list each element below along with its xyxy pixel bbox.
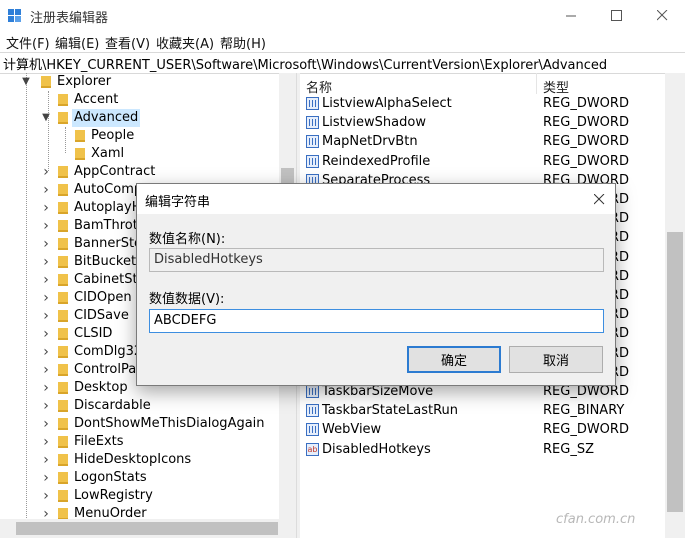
folder-icon [58,454,68,466]
folder-icon [58,166,68,178]
list-row[interactable]: ListviewAlphaSelect REG_DWORD [300,95,665,114]
close-button[interactable] [639,0,685,31]
binary-value-icon [306,116,319,130]
header-divider[interactable] [536,73,537,94]
folder-icon [58,292,68,304]
maximize-icon [610,10,622,21]
tree-hscroll-thumb[interactable] [16,522,278,535]
chevron-right-icon[interactable]: › [41,433,51,451]
chevron-right-icon[interactable]: › [41,469,51,487]
maximize-button[interactable] [593,0,639,31]
value-data-label: 数值数据(V): [149,292,225,307]
ok-button[interactable]: 确定 [407,346,501,373]
list-scroll-thumb[interactable] [667,232,683,512]
minimize-button[interactable] [548,0,594,31]
list-row[interactable]: ListviewShadow REG_DWORD [300,114,665,133]
chevron-right-icon[interactable]: › [41,253,51,271]
string-value-icon: ab [306,442,319,456]
list-row[interactable]: ReindexedProfile REG_DWORD [300,153,665,172]
folder-icon [58,328,68,340]
folder-icon [58,400,68,412]
binary-value-icon [306,154,319,168]
window-title: 注册表编辑器 [30,11,109,26]
chevron-right-icon[interactable]: › [41,397,51,415]
close-icon [656,10,667,21]
address-bar[interactable]: 计算机\HKEY_CURRENT_USER\Software\Microsoft… [0,52,685,74]
binary-value-icon [306,423,319,437]
folder-open-icon [58,112,68,124]
chevron-right-icon[interactable]: › [41,163,51,181]
binary-value-icon [306,135,319,149]
menu-bar: 文件(F) 编辑(E) 查看(V) 收藏夹(A) 帮助(H) [0,31,685,52]
menu-file[interactable]: 文件(F) [6,33,50,52]
dialog-body: 数值名称(N): DisabledHotkeys 数值数据(V): ABCDEF… [137,214,615,385]
binary-value-icon [306,404,319,418]
menu-view[interactable]: 查看(V) [105,33,150,52]
list-row[interactable]: WebView REG_DWORD [300,421,665,440]
edit-string-dialog: 编辑字符串 数值名称(N): DisabledHotkeys 数值数据(V): … [136,183,616,386]
chevron-right-icon[interactable]: › [41,487,51,505]
chevron-right-icon[interactable]: › [41,217,51,235]
folder-icon [58,490,68,502]
menu-help[interactable]: 帮助(H) [220,33,266,52]
column-name-header[interactable]: 名称 [306,77,332,96]
list-row[interactable]: MapNetDrvBtn REG_DWORD [300,133,665,152]
chevron-right-icon[interactable]: › [41,307,51,325]
folder-icon [58,472,68,484]
chevron-down-icon[interactable]: ▼ [21,73,31,91]
binary-value-icon [306,97,319,110]
chevron-right-icon[interactable]: › [41,361,51,379]
title-bar: 注册表编辑器 [0,0,685,31]
folder-icon [58,310,68,322]
menu-edit[interactable]: 编辑(E) [55,33,99,52]
folder-icon [58,382,68,394]
folder-icon [75,148,85,160]
value-name-field: DisabledHotkeys [149,248,604,272]
folder-icon [58,184,68,196]
chevron-right-icon[interactable]: › [41,181,51,199]
regedit-icon [8,9,21,22]
list-row[interactable]: TaskbarStateLastRun REG_BINARY [300,402,665,421]
dialog-close-button[interactable] [583,184,615,214]
folder-icon [58,238,68,250]
address-path: 计算机\HKEY_CURRENT_USER\Software\Microsoft… [3,58,608,73]
chevron-right-icon[interactable]: › [41,415,51,433]
folder-icon [58,256,68,268]
folder-icon [58,436,68,448]
cancel-button[interactable]: 取消 [509,346,603,373]
chevron-right-icon[interactable]: › [41,289,51,307]
minimize-icon [565,15,576,17]
close-icon [593,193,604,204]
folder-icon [58,202,68,214]
folder-icon [58,346,68,358]
dialog-title: 编辑字符串 [145,195,211,210]
chevron-right-icon[interactable]: › [41,451,51,469]
value-data-input[interactable]: ABCDEFG [149,309,604,333]
folder-icon [41,76,51,88]
chevron-right-icon[interactable]: › [41,271,51,289]
chevron-down-icon[interactable]: ▼ [41,109,51,127]
chevron-right-icon[interactable]: › [41,379,51,397]
folder-icon [75,130,85,142]
folder-icon [58,94,68,106]
binary-value-icon [306,385,319,398]
chevron-right-icon[interactable]: › [41,235,51,253]
list-row[interactable]: ab DisabledHotkeys REG_SZ [300,441,665,460]
chevron-right-icon[interactable]: › [41,325,51,343]
value-name-label: 数值名称(N): [149,232,226,247]
chevron-right-icon[interactable]: › [41,343,51,361]
folder-icon [58,364,68,376]
folder-icon [58,274,68,286]
chevron-right-icon[interactable]: › [41,199,51,217]
folder-icon [58,220,68,232]
column-type-header[interactable]: 类型 [543,77,569,96]
folder-icon [58,418,68,430]
menu-favorites[interactable]: 收藏夹(A) [156,33,214,52]
watermark: cfan.com.cn [556,512,636,527]
